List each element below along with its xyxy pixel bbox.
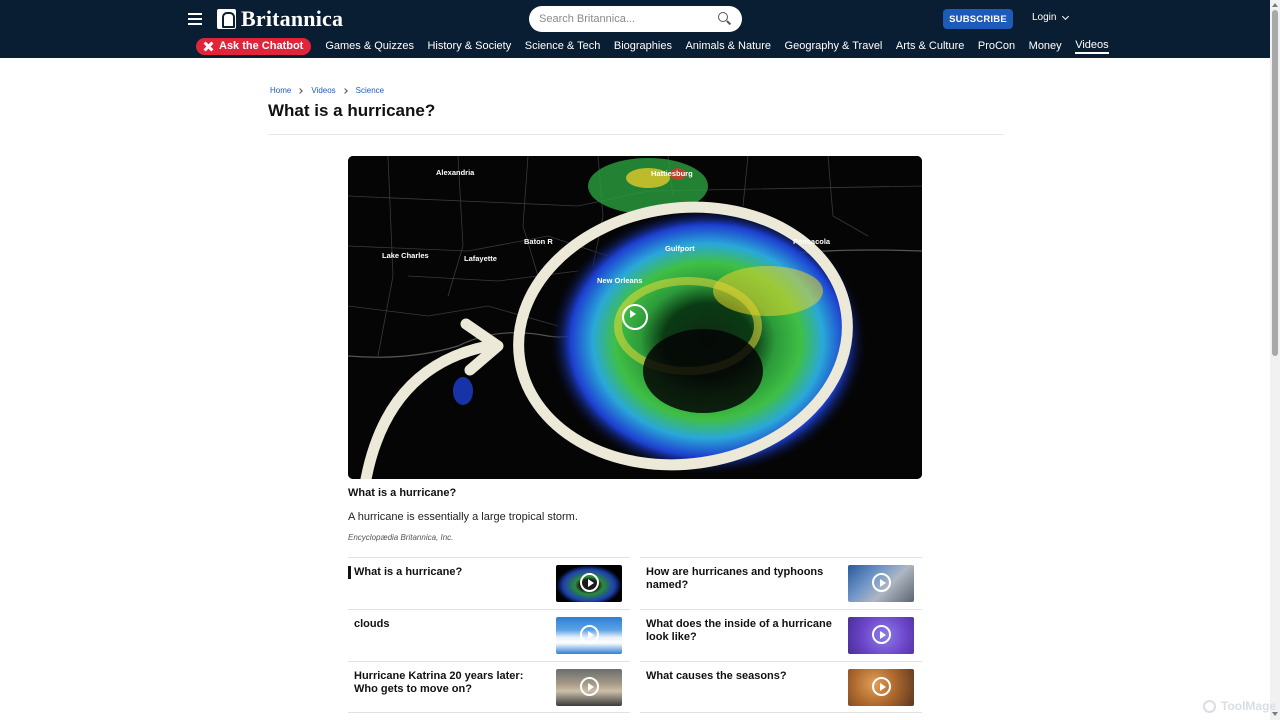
related-video-item[interactable]: What causes the seasons? <box>640 661 922 713</box>
scroll-up-arrow-icon[interactable] <box>1272 3 1278 7</box>
breadcrumb-home[interactable]: Home <box>270 86 291 95</box>
video-credit: Encyclopædia Britannica, Inc. <box>348 533 454 542</box>
nav-biographies[interactable]: Biographies <box>614 40 672 53</box>
scroll-thumb[interactable] <box>1272 10 1278 356</box>
related-video-item[interactable]: What does the inside of a hurricane look… <box>640 609 922 661</box>
subscribe-button[interactable]: SUBSCRIBE <box>943 9 1013 29</box>
search-input[interactable] <box>539 13 718 25</box>
chatbot-label: Ask the Chatbot <box>219 40 304 52</box>
chevron-right-icon <box>341 87 348 94</box>
breadcrumb-videos[interactable]: Videos <box>311 86 335 95</box>
map-label-lake-charles: Lake Charles <box>382 251 429 260</box>
related-video-title: clouds <box>354 618 390 630</box>
video-thumbnail[interactable] <box>556 617 622 654</box>
map-label-hattiesburg: Hattiesburg <box>651 169 693 178</box>
title-divider <box>268 134 1004 135</box>
page-scrollbar[interactable] <box>1270 0 1280 720</box>
video-thumbnail[interactable] <box>848 617 914 654</box>
video-caption-title: What is a hurricane? <box>348 487 457 499</box>
map-label-gulfport: Gulfport <box>665 244 695 253</box>
nav-science-tech[interactable]: Science & Tech <box>525 40 601 53</box>
nav-videos[interactable]: Videos <box>1075 39 1109 54</box>
nav-arts-culture[interactable]: Arts & Culture <box>896 40 964 53</box>
play-icon <box>872 677 891 696</box>
map-label-new-orleans: New Orleans <box>597 276 642 285</box>
video-description: A hurricane is essentially a large tropi… <box>348 511 578 523</box>
map-label-pensacola: Pensacola <box>793 237 831 246</box>
ask-chatbot-button[interactable]: Ask the Chatbot <box>196 37 312 55</box>
play-icon <box>580 677 599 696</box>
menu-icon[interactable] <box>188 13 202 25</box>
related-video-item[interactable]: How are hurricanes and typhoons named? <box>640 557 922 609</box>
related-video-title: What causes the seasons? <box>646 670 787 682</box>
video-thumbnail[interactable] <box>848 669 914 706</box>
play-icon <box>580 573 599 592</box>
play-icon <box>872 573 891 592</box>
nav-money[interactable]: Money <box>1029 40 1062 53</box>
chevron-down-icon <box>1062 12 1070 20</box>
thistle-logo-icon <box>217 9 236 29</box>
watermark-text: ToolMage <box>1221 699 1277 713</box>
nav-animals-nature[interactable]: Animals & Nature <box>685 40 771 53</box>
map-label-lafayette: Lafayette <box>464 254 497 263</box>
related-video-item[interactable]: What is a hurricane? <box>348 557 630 609</box>
nav-geography-travel[interactable]: Geography & Travel <box>785 40 883 53</box>
nav-games-quizzes[interactable]: Games & Quizzes <box>325 40 414 53</box>
watermark-logo-icon <box>1203 699 1216 713</box>
watermark: ToolMage <box>1203 699 1276 713</box>
related-video-item[interactable]: Hurricane Katrina 20 years later: Who ge… <box>348 661 630 713</box>
breadcrumb-science[interactable]: Science <box>356 86 384 95</box>
sparkle-icon <box>203 41 214 52</box>
play-icon[interactable] <box>622 304 648 330</box>
page-title: What is a hurricane? <box>268 101 436 120</box>
login-label: Login <box>1032 12 1057 23</box>
nav-procon[interactable]: ProCon <box>978 40 1015 53</box>
top-header: Britannica SUBSCRIBE Login Ask the Chatb… <box>0 0 1270 58</box>
chevron-right-icon <box>297 87 304 94</box>
map-label-baton-rouge: Baton R <box>524 237 553 246</box>
related-video-title: What is a hurricane? <box>348 566 538 579</box>
play-icon <box>872 625 891 644</box>
video-thumbnail[interactable] <box>556 669 622 706</box>
video-thumbnail[interactable] <box>556 565 622 602</box>
map-label-alexandria: Alexandria <box>436 168 475 177</box>
video-player[interactable]: Alexandria Hattiesburg Baton R Gulfport … <box>348 156 922 479</box>
related-video-title: Hurricane Katrina 20 years later: Who ge… <box>354 670 524 695</box>
nav-history-society[interactable]: History & Society <box>427 40 511 53</box>
britannica-logo[interactable]: Britannica <box>217 6 344 31</box>
search-box[interactable] <box>529 6 742 32</box>
search-icon[interactable] <box>718 12 732 26</box>
related-video-title: How are hurricanes and typhoons named? <box>646 566 824 591</box>
logo-text: Britannica <box>241 6 344 31</box>
video-thumbnail[interactable] <box>848 565 914 602</box>
login-button[interactable]: Login <box>1032 12 1070 23</box>
main-nav: Ask the Chatbot Games & Quizzes History … <box>196 37 1122 55</box>
breadcrumb: Home Videos Science <box>270 86 384 95</box>
play-icon <box>580 625 599 644</box>
related-video-item[interactable]: clouds <box>348 609 630 661</box>
related-video-title: What does the inside of a hurricane look… <box>646 618 832 643</box>
